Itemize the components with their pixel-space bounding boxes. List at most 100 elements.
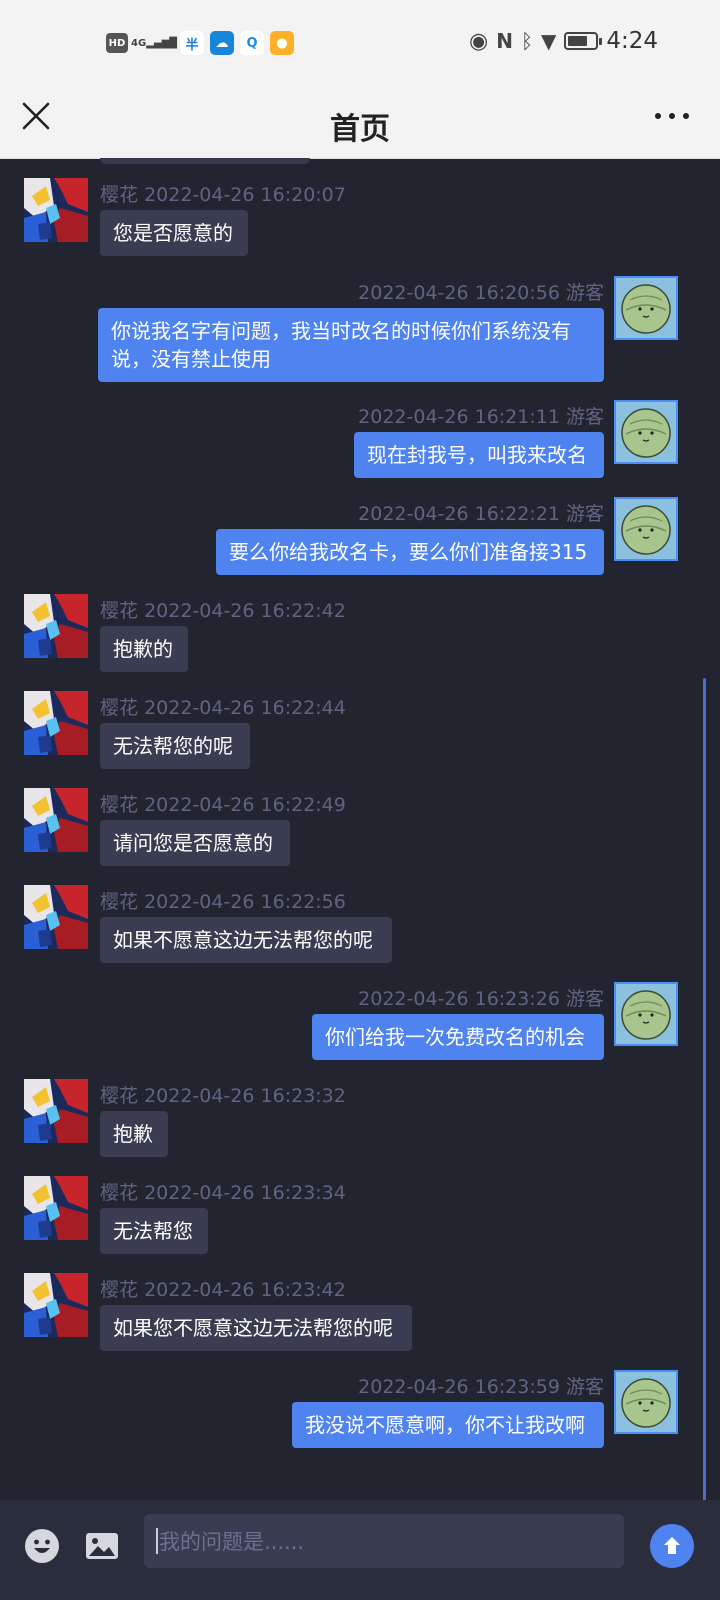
message-bubble[interactable]: 您是否愿意的: [100, 210, 248, 256]
network-label: 4G: [131, 37, 147, 49]
agent-message: 樱花 2022-04-26 16:22:56 如果不愿意这边无法帮您的呢: [0, 885, 720, 963]
agent-avatar[interactable]: [24, 788, 88, 852]
clock: 4:24: [606, 28, 658, 54]
agent-avatar[interactable]: [24, 594, 88, 658]
previous-message-fragment: [100, 158, 310, 164]
user-message: 2022-04-26 16:23:59 游客我没说不愿意啊，你不让我改啊: [0, 1370, 720, 1448]
message-time: 2022-04-26 16:23:26: [358, 988, 560, 1010]
message-time: 2022-04-26 16:20:56: [358, 282, 560, 304]
game-app-icon: ●: [270, 31, 294, 55]
message-bubble[interactable]: 抱歉: [100, 1111, 168, 1157]
message-meta: 2022-04-26 16:21:11 游客: [358, 402, 604, 429]
message-time: 2022-04-26 16:23:42: [144, 1279, 346, 1301]
notification-app-icon: 半: [180, 31, 204, 55]
status-right: ◉ N ᛒ ▼ 4:24: [469, 28, 658, 54]
eye-icon: ◉: [469, 28, 489, 54]
text-caret: [156, 1528, 158, 1554]
page-title: 首页: [330, 112, 390, 147]
message-time: 2022-04-26 16:22:49: [144, 794, 346, 816]
message-time: 2022-04-26 16:20:07: [144, 184, 346, 206]
input-bar: 我的问题是......: [0, 1500, 720, 1600]
message-bubble[interactable]: 你说我名字有问题，我当时改名的时候你们系统没有说，没有禁止使用: [98, 308, 604, 382]
emoji-icon[interactable]: [24, 1528, 60, 1564]
message-meta: 樱花 2022-04-26 16:22:42: [100, 596, 346, 623]
sender-name: 樱花: [100, 1279, 139, 1301]
send-button[interactable]: [650, 1524, 694, 1568]
user-message: 2022-04-26 16:22:21 游客要么你给我改名卡，要么你们准备接31…: [0, 497, 720, 575]
message-meta: 樱花 2022-04-26 16:20:07: [100, 180, 346, 207]
message-time: 2022-04-26 16:23:34: [144, 1182, 346, 1204]
sender-name: 游客: [565, 282, 604, 304]
message-bubble[interactable]: 要么你给我改名卡，要么你们准备接315: [216, 529, 604, 575]
weather-icon: ☁: [210, 31, 234, 55]
user-avatar[interactable]: [614, 497, 678, 561]
question-input[interactable]: 我的问题是......: [144, 1514, 624, 1568]
message-bubble[interactable]: 抱歉的: [100, 626, 188, 672]
agent-avatar[interactable]: [24, 1176, 88, 1240]
message-time: 2022-04-26 16:23:59: [358, 1376, 560, 1398]
sender-name: 樱花: [100, 794, 139, 816]
message-bubble[interactable]: 如果不愿意这边无法帮您的呢: [100, 917, 392, 963]
agent-message: 樱花 2022-04-26 16:23:32 抱歉: [0, 1079, 720, 1157]
more-icon[interactable]: [652, 100, 692, 132]
header: 首页: [0, 88, 720, 159]
user-avatar[interactable]: [614, 276, 678, 340]
agent-message: 樱花 2022-04-26 16:20:07 您是否愿意的: [0, 178, 720, 256]
sender-name: 游客: [565, 406, 604, 428]
agent-message: 樱花 2022-04-26 16:22:44 无法帮您的呢: [0, 691, 720, 769]
message-time: 2022-04-26 16:21:11: [358, 406, 560, 428]
user-avatar[interactable]: [614, 400, 678, 464]
message-time: 2022-04-26 16:22:56: [144, 891, 346, 913]
sender-name: 樱花: [100, 1085, 139, 1107]
user-message: 2022-04-26 16:20:56 游客你说我名字有问题，我当时改名的时候你…: [0, 276, 720, 382]
message-bubble[interactable]: 无法帮您的呢: [100, 723, 250, 769]
message-bubble[interactable]: 现在封我号，叫我来改名: [354, 432, 604, 478]
status-left: HD 4G ▂▄▆█ 半 ☁ Q ●: [106, 31, 294, 55]
message-meta: 樱花 2022-04-26 16:22:49: [100, 790, 346, 817]
battery-level-fill: [568, 36, 587, 46]
agent-avatar[interactable]: [24, 1273, 88, 1337]
message-meta: 樱花 2022-04-26 16:23:42: [100, 1275, 346, 1302]
question-placeholder: 我的问题是......: [159, 1530, 305, 1554]
message-meta: 樱花 2022-04-26 16:22:44: [100, 693, 346, 720]
image-icon[interactable]: [84, 1528, 120, 1564]
message-meta: 樱花 2022-04-26 16:23:34: [100, 1178, 346, 1205]
hd-icon: HD: [106, 33, 128, 53]
message-meta: 樱花 2022-04-26 16:22:56: [100, 887, 346, 914]
nfc-icon: N: [496, 29, 513, 53]
agent-avatar[interactable]: [24, 1079, 88, 1143]
message-time: 2022-04-26 16:23:32: [144, 1085, 346, 1107]
message-bubble[interactable]: 我没说不愿意啊，你不让我改啊: [292, 1402, 604, 1448]
message-meta: 2022-04-26 16:20:56 游客: [358, 278, 604, 305]
sender-name: 游客: [565, 988, 604, 1010]
message-time: 2022-04-26 16:22:42: [144, 600, 346, 622]
user-avatar[interactable]: [614, 1370, 678, 1434]
bluetooth-icon: ᛒ: [520, 29, 533, 53]
agent-message: 樱花 2022-04-26 16:22:49 请问您是否愿意的: [0, 788, 720, 866]
scrollbar[interactable]: [703, 678, 706, 1500]
message-meta: 2022-04-26 16:22:21 游客: [358, 499, 604, 526]
search-app-icon: Q: [240, 31, 264, 55]
agent-message: 樱花 2022-04-26 16:23:42 如果您不愿意这边无法帮您的呢: [0, 1273, 720, 1351]
message-bubble[interactable]: 如果您不愿意这边无法帮您的呢: [100, 1305, 412, 1351]
message-bubble[interactable]: 你们给我一次免费改名的机会: [312, 1014, 604, 1060]
message-bubble[interactable]: 请问您是否愿意的: [100, 820, 290, 866]
agent-avatar[interactable]: [24, 885, 88, 949]
user-avatar[interactable]: [614, 982, 678, 1046]
sender-name: 游客: [565, 1376, 604, 1398]
signal-icon: 4G ▂▄▆█: [131, 37, 177, 49]
sender-name: 樱花: [100, 891, 139, 913]
status-bar: HD 4G ▂▄▆█ 半 ☁ Q ● ◉ N ᛒ ▼ 4:24: [0, 0, 720, 88]
sender-name: 樱花: [100, 1182, 139, 1204]
sender-name: 樱花: [100, 600, 139, 622]
location-icon: ▼: [540, 29, 557, 53]
agent-avatar[interactable]: [24, 691, 88, 755]
agent-avatar[interactable]: [24, 178, 88, 242]
user-message: 2022-04-26 16:21:11 游客现在封我号，叫我来改名: [0, 400, 720, 478]
message-bubble[interactable]: 无法帮您: [100, 1208, 208, 1254]
user-message: 2022-04-26 16:23:26 游客你们给我一次免费改名的机会: [0, 982, 720, 1060]
agent-message: 樱花 2022-04-26 16:23:34 无法帮您: [0, 1176, 720, 1254]
chat-area[interactable]: 樱花 2022-04-26 16:20:07 您是否愿意的 2022-04-26 1…: [0, 158, 720, 1500]
arrow-up-icon: [664, 1537, 680, 1554]
sender-name: 樱花: [100, 184, 139, 206]
